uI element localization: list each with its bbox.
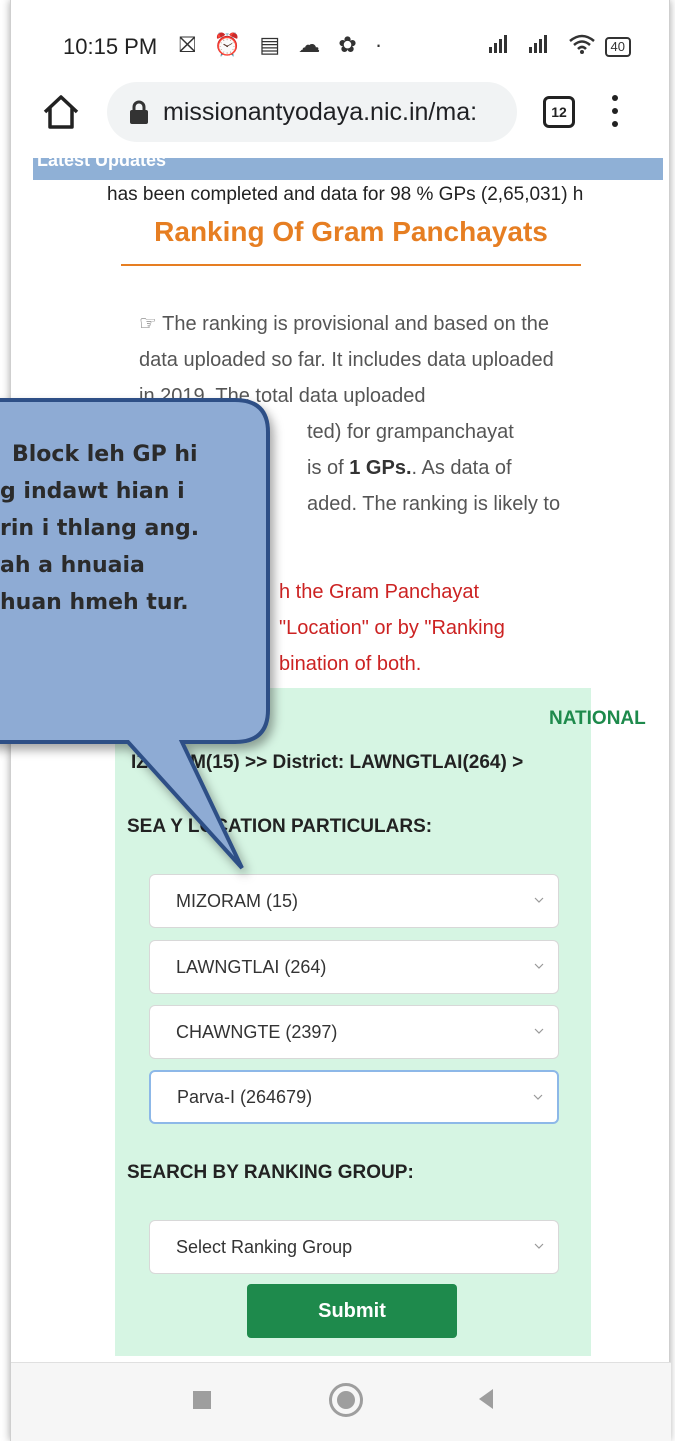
ranking-group-select[interactable]: Select Ranking Group: [149, 1220, 559, 1274]
home-nav-icon[interactable]: [329, 1383, 363, 1417]
national-link[interactable]: NATIONAL: [549, 708, 646, 730]
para-gp-count: 1 GPs.: [349, 457, 412, 479]
para-line-3a: is of: [307, 457, 350, 479]
chevron-down-icon: [534, 1028, 544, 1034]
chevron-down-icon: [534, 963, 544, 969]
state-select[interactable]: MIZORAM (15): [149, 874, 559, 928]
search-instructions: h the Gram Panchayat "Location" or by "R…: [139, 574, 569, 682]
wifi-icon: [568, 34, 595, 59]
pointing-hand-icon: ☞: [139, 313, 157, 335]
state-select-value: MIZORAM (15): [176, 890, 299, 911]
address-bar[interactable]: missionantyodaya.nic.in/ma:: [107, 82, 517, 142]
para-line-2: ted) for grampanchayat: [307, 421, 514, 443]
tab-switcher-button[interactable]: 12: [543, 96, 575, 128]
gram-panchayat-select-value: Parva-I (264679): [177, 1086, 313, 1107]
block-select[interactable]: CHAWNGTE (2397): [149, 1005, 559, 1059]
ranking-group-heading: SEARCH BY RANKING GROUP:: [127, 1162, 414, 1183]
para-line-3c: . As data of: [411, 457, 512, 479]
system-nav-bar: [11, 1362, 671, 1441]
browser-toolbar: missionantyodaya.nic.in/ma: 12: [11, 78, 671, 156]
notification-icons: ⛝ ⏰ ▤ ☁ ✿ ·: [179, 32, 389, 57]
district-select[interactable]: LAWNGTLAI (264): [149, 940, 559, 994]
red-line-1: h the Gram Panchayat: [279, 581, 480, 603]
home-icon[interactable]: [41, 92, 81, 132]
overflow-menu-icon[interactable]: [609, 92, 621, 132]
gram-panchayat-select[interactable]: Parva-I (264679): [149, 1070, 559, 1124]
updates-ticker: has been completed and data for 98 % GPs…: [107, 184, 584, 205]
chevron-down-icon: [534, 897, 544, 903]
block-select-value: CHAWNGTE (2397): [176, 1021, 338, 1042]
url-text: missionantyodaya.nic.in/ma:: [163, 97, 478, 126]
signal-icon: [488, 35, 519, 58]
para-line-4: aded. The ranking is likely to: [307, 493, 561, 515]
chevron-down-icon: [533, 1094, 543, 1100]
ranking-group-placeholder: Select Ranking Group: [176, 1236, 353, 1257]
info-paragraph: ☞ The ranking is provisional and based o…: [139, 306, 569, 522]
red-line-3: bination of both.: [279, 653, 422, 675]
latest-updates-label: Latest Updates: [37, 150, 167, 170]
status-time: 10:15 PM: [63, 34, 158, 59]
system-icons: 40: [488, 34, 631, 59]
lock-icon: [129, 100, 149, 124]
latest-updates-bar: Latest Updates: [33, 150, 663, 180]
location-breadcrumb: IZORAM(15) >> District: LAWNGTLAI(264) >: [131, 752, 524, 773]
district-select-value: LAWNGTLAI (264): [176, 956, 327, 977]
red-line-2: "Location" or by "Ranking: [279, 617, 505, 639]
submit-button[interactable]: Submit: [247, 1284, 457, 1338]
signal-icon-2: [528, 35, 559, 58]
location-search-heading: SEA Y LOCATION PARTICULARS:: [127, 816, 433, 837]
para-line-1: The ranking is provisional and based on …: [139, 313, 554, 407]
title-divider: [121, 264, 581, 266]
battery-icon: 40: [604, 36, 631, 57]
status-bar: 10:15 PM ⛝ ⏰ ▤ ☁ ✿ · 40: [11, 28, 671, 68]
back-icon[interactable]: [479, 1389, 493, 1409]
page-title: Ranking Of Gram Panchayats: [154, 216, 548, 247]
chevron-down-icon: [534, 1243, 544, 1249]
phone-screen: 10:15 PM ⛝ ⏰ ▤ ☁ ✿ · 40 missionantyodaya…: [10, 0, 671, 1441]
recents-icon[interactable]: [193, 1391, 211, 1409]
